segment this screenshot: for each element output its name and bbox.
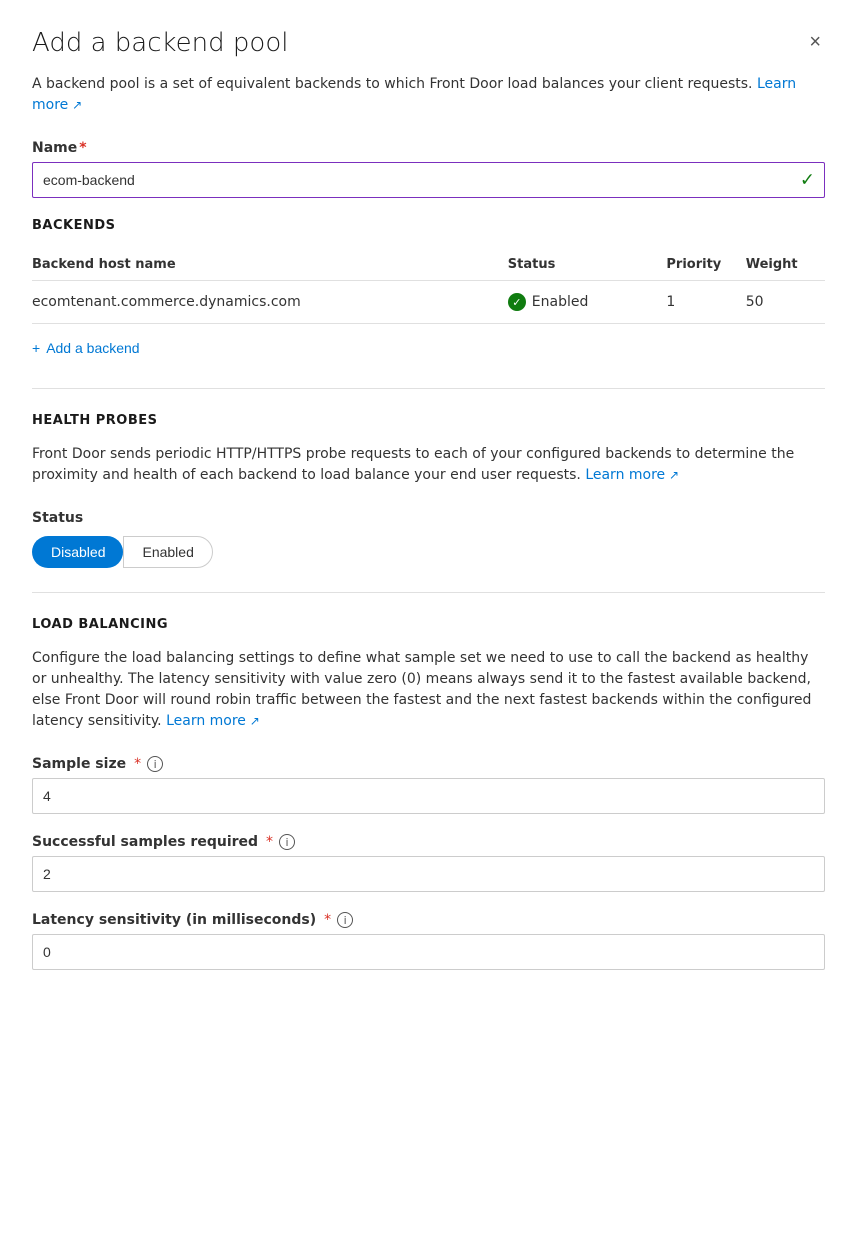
load-balancing-learn-more-link[interactable]: Learn more — [166, 713, 260, 729]
col-priority-header: Priority — [666, 249, 745, 281]
name-input[interactable] — [32, 162, 825, 198]
table-row: ecomtenant.commerce.dynamics.com Enabled… — [32, 281, 825, 324]
add-icon: + — [32, 340, 40, 356]
close-button[interactable]: × — [805, 28, 825, 56]
backends-section: BACKENDS Backend host name Status Priori… — [32, 218, 825, 364]
successful-samples-label: Successful samples required — [32, 834, 258, 850]
col-hostname-header: Backend host name — [32, 249, 508, 281]
col-status-header: Status — [508, 249, 667, 281]
add-backend-button[interactable]: + Add a backend — [32, 332, 140, 364]
backend-priority: 1 — [666, 281, 745, 324]
latency-label: Latency sensitivity (in milliseconds) — [32, 912, 316, 928]
load-balancing-section: LOAD BALANCING Configure the load balanc… — [32, 617, 825, 970]
panel-description: A backend pool is a set of equivalent ba… — [32, 74, 825, 116]
health-probes-toggle-wrapper: Disabled Enabled — [32, 536, 825, 568]
name-label: Name* — [32, 140, 825, 156]
health-probes-heading: HEALTH PROBES — [32, 413, 825, 428]
successful-samples-input[interactable] — [32, 856, 825, 892]
toggle-disabled-button[interactable]: Disabled — [32, 536, 123, 568]
toggle-enabled-button[interactable]: Enabled — [123, 536, 212, 568]
health-probes-status-label: Status — [32, 510, 825, 526]
status-enabled-icon — [508, 293, 526, 311]
sample-size-input[interactable] — [32, 778, 825, 814]
name-field-group: Name* ✓ — [32, 140, 825, 198]
successful-samples-required-star: * — [266, 834, 273, 850]
name-input-wrapper: ✓ — [32, 162, 825, 198]
load-balancing-heading: LOAD BALANCING — [32, 617, 825, 632]
backends-table: Backend host name Status Priority Weight… — [32, 249, 825, 324]
name-check-icon: ✓ — [800, 170, 815, 191]
sample-size-label-group: Sample size * i — [32, 756, 825, 772]
backend-hostname: ecomtenant.commerce.dynamics.com — [32, 281, 508, 324]
latency-required-star: * — [324, 912, 331, 928]
backends-section-heading: BACKENDS — [32, 218, 825, 233]
health-probes-toggle-group: Disabled Enabled — [32, 536, 213, 568]
backend-status: Enabled — [508, 281, 667, 324]
health-probes-section: HEALTH PROBES Front Door sends periodic … — [32, 413, 825, 568]
name-required-star: * — [79, 140, 86, 156]
successful-samples-info-icon[interactable]: i — [279, 834, 295, 850]
successful-samples-field-group: Successful samples required * i — [32, 834, 825, 892]
panel-title: Add a backend pool — [32, 28, 288, 58]
load-balancing-description: Configure the load balancing settings to… — [32, 648, 825, 732]
sample-size-required-star: * — [134, 756, 141, 772]
successful-samples-label-group: Successful samples required * i — [32, 834, 825, 850]
add-backend-pool-panel: Add a backend pool × A backend pool is a… — [0, 0, 857, 1030]
status-enabled-indicator: Enabled — [508, 293, 655, 311]
latency-label-group: Latency sensitivity (in milliseconds) * … — [32, 912, 825, 928]
panel-header: Add a backend pool × — [32, 28, 825, 58]
health-probes-learn-more-link[interactable]: Learn more — [585, 467, 679, 483]
section-divider-2 — [32, 592, 825, 593]
sample-size-info-icon[interactable]: i — [147, 756, 163, 772]
latency-field-group: Latency sensitivity (in milliseconds) * … — [32, 912, 825, 970]
health-probes-status-group: Status Disabled Enabled — [32, 510, 825, 568]
latency-input[interactable] — [32, 934, 825, 970]
sample-size-field-group: Sample size * i — [32, 756, 825, 814]
col-weight-header: Weight — [746, 249, 825, 281]
backends-table-header-row: Backend host name Status Priority Weight — [32, 249, 825, 281]
health-probes-description: Front Door sends periodic HTTP/HTTPS pro… — [32, 444, 825, 486]
section-divider-1 — [32, 388, 825, 389]
sample-size-label: Sample size — [32, 756, 126, 772]
latency-info-icon[interactable]: i — [337, 912, 353, 928]
backend-weight: 50 — [746, 281, 825, 324]
